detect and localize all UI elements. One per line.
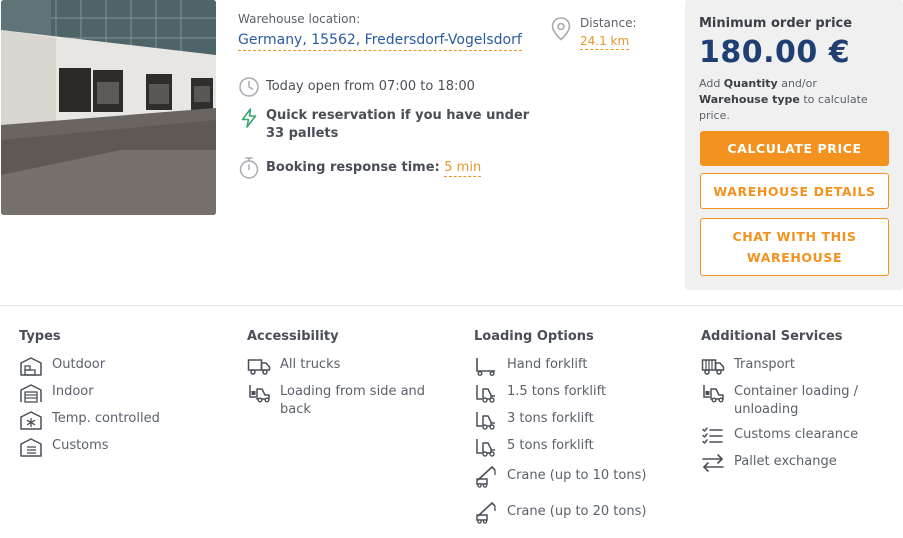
loading-3t-forklift-label: 3 tons forklift: [507, 411, 594, 426]
exchange-arrows-icon: [701, 453, 725, 473]
crane-icon: [474, 500, 498, 524]
price-hint-mid: and/or: [777, 77, 817, 90]
warehouse-photo[interactable]: [1, 0, 216, 215]
clock-icon: [238, 76, 260, 98]
service-container-loading: Container loading / unloading: [701, 383, 896, 419]
service-pallet-exchange: Pallet exchange: [701, 453, 896, 473]
price-hint-quantity: Quantity: [723, 77, 778, 90]
loading-5t-forklift-label: 5 tons forklift: [507, 438, 594, 453]
type-indoor-label: Indoor: [52, 384, 94, 399]
forklift-icon: [474, 410, 498, 430]
forklift-icon: [474, 383, 498, 403]
service-transport-label: Transport: [734, 357, 796, 372]
type-outdoor: Outdoor: [19, 356, 229, 376]
accessibility-column: Accessibility All trucks Loading from si…: [247, 329, 447, 426]
type-indoor: Indoor: [19, 383, 229, 403]
warehouse-details-button[interactable]: WAREHOUSE DETAILS: [700, 173, 889, 209]
price-hint-prefix: Add: [699, 77, 724, 90]
loading-options-title: Loading Options: [474, 329, 594, 344]
booking-response-value: 5 min: [444, 160, 482, 177]
booking-response: Booking response time: 5 min: [238, 156, 482, 180]
stopwatch-icon: [238, 156, 260, 179]
service-pallet-exchange-label: Pallet exchange: [734, 454, 837, 469]
type-temp-controlled: Temp. controlled: [19, 410, 229, 430]
price-panel: Minimum order price 180.00 € Add Quantit…: [685, 0, 903, 290]
loading-crane-10t-label: Crane (up to 10 tons): [507, 468, 647, 483]
type-outdoor-label: Outdoor: [52, 357, 106, 372]
checklist-icon: [701, 426, 725, 446]
type-customs: Customs: [19, 437, 229, 457]
loading-forklift-icon: [247, 383, 271, 403]
access-side-back-label: Loading from side and back: [280, 384, 426, 417]
loading-3t-forklift: 3 tons forklift: [474, 410, 684, 430]
map-pin-icon: [550, 16, 572, 42]
service-container-loading-label: Container loading / unloading: [734, 384, 859, 417]
calculate-price-button[interactable]: CALCULATE PRICE: [700, 131, 889, 166]
types-title: Types: [19, 329, 61, 344]
transport-truck-icon: [701, 356, 725, 376]
loading-1-5t-forklift: 1.5 tons forklift: [474, 383, 684, 403]
service-customs-clearance: Customs clearance: [701, 426, 896, 446]
access-all-trucks-label: All trucks: [280, 357, 341, 372]
loading-crane-20t-label: Crane (up to 20 tons): [507, 504, 647, 519]
container-loading-icon: [701, 383, 725, 403]
snowflake-warehouse-icon: [19, 410, 43, 430]
chat-warehouse-button[interactable]: CHAT WITH THIS WAREHOUSE: [700, 218, 889, 276]
additional-services-title: Additional Services: [701, 329, 843, 344]
price-hint-type: Warehouse type: [699, 93, 800, 106]
customs-warehouse-icon: [19, 437, 43, 457]
distance-block: Distance: 24.1 km: [550, 16, 637, 50]
loading-5t-forklift: 5 tons forklift: [474, 437, 684, 457]
price-hint: Add Quantity and/or Warehouse type to ca…: [699, 76, 889, 124]
loading-hand-forklift: Hand forklift: [474, 356, 684, 376]
location-address-link[interactable]: Germany, 15562, Fredersdorf-Vogelsdorf: [238, 32, 522, 51]
price-title: Minimum order price: [699, 16, 853, 31]
price-amount: 180.00 €: [699, 35, 851, 70]
hand-forklift-icon: [474, 356, 498, 376]
distance-label: Distance:: [580, 16, 637, 30]
type-customs-label: Customs: [52, 438, 109, 453]
indoor-warehouse-icon: [19, 383, 43, 403]
loading-crane-10t: Crane (up to 10 tons): [474, 464, 684, 488]
quick-reservation: Quick reservation if you have under 33 p…: [238, 107, 538, 143]
crane-icon: [474, 464, 498, 488]
loading-hand-forklift-label: Hand forklift: [507, 357, 588, 372]
service-customs-clearance-label: Customs clearance: [734, 427, 859, 442]
access-all-trucks: All trucks: [247, 356, 447, 376]
opening-hours-text: Today open from 07:00 to 18:00: [266, 79, 475, 94]
truck-icon: [247, 356, 271, 376]
quick-reservation-text: Quick reservation if you have under 33 p…: [266, 108, 530, 141]
section-divider: [0, 305, 903, 306]
types-column: Types Outdoor Indoor Temp. controlled Cu…: [19, 329, 229, 464]
lightning-icon: [238, 107, 260, 129]
accessibility-title: Accessibility: [247, 329, 339, 344]
type-temp-controlled-label: Temp. controlled: [52, 411, 160, 426]
booking-response-label: Booking response time:: [266, 160, 440, 175]
loading-1-5t-forklift-label: 1.5 tons forklift: [507, 384, 607, 399]
loading-options-column: Loading Options Hand forklift 1.5 tons f…: [474, 329, 684, 536]
opening-hours: Today open from 07:00 to 18:00: [238, 76, 475, 98]
access-side-back: Loading from side and back: [247, 383, 447, 419]
service-transport: Transport: [701, 356, 896, 376]
forklift-icon: [474, 437, 498, 457]
loading-crane-20t: Crane (up to 20 tons): [474, 500, 684, 524]
outdoor-warehouse-icon: [19, 356, 43, 376]
distance-value[interactable]: 24.1 km: [580, 34, 630, 50]
additional-services-column: Additional Services Transport Container …: [701, 329, 896, 480]
